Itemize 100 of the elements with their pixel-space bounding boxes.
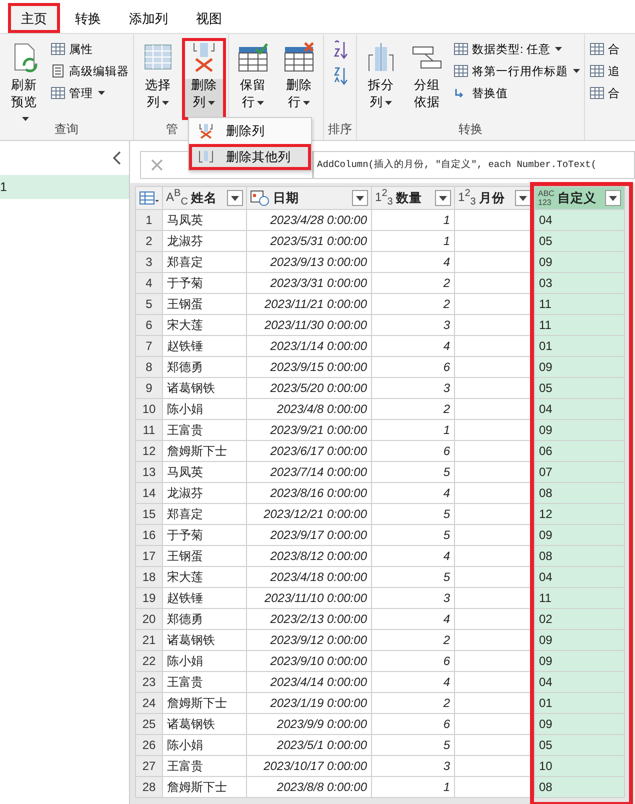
- table-cell: 08: [535, 777, 625, 798]
- table-cell: 2023/4/14 0:00:00: [247, 672, 372, 693]
- table-cell: 2023/8/8 0:00:00: [247, 777, 372, 798]
- column-name: 自定义: [557, 190, 598, 206]
- column-header[interactable]: A$^{B}$$_{C}$ 姓名: [163, 186, 247, 210]
- ribbon-tab[interactable]: 添加列: [116, 3, 181, 33]
- row-number: 4: [135, 273, 163, 294]
- grid-icon: [589, 85, 605, 101]
- row-number: 22: [135, 651, 163, 672]
- calendar-clock-icon: [250, 190, 270, 206]
- row-number: 9: [135, 378, 163, 399]
- table-cell: 2023/11/30 0:00:00: [247, 315, 372, 336]
- ribbon-button[interactable]: 删除列: [182, 38, 226, 120]
- menu-item[interactable]: 删除其他列: [189, 144, 311, 170]
- filter-dropdown[interactable]: [352, 190, 368, 206]
- ribbon-button[interactable]: 刷新预览: [2, 38, 46, 120]
- ribbon-button[interactable]: 选择列: [136, 38, 180, 120]
- table-cell: 赵铁锤: [163, 336, 247, 357]
- ribbon-button[interactable]: 合: [587, 38, 622, 60]
- column-header[interactable]: 日期: [247, 186, 372, 210]
- ribbon-button[interactable]: 将第一行用作标题: [451, 60, 582, 82]
- table-cell: 6: [372, 357, 455, 378]
- table-cell: 2: [372, 294, 455, 315]
- caret-icon: [609, 196, 617, 200]
- table-menu-button[interactable]: [135, 186, 163, 210]
- table-cell: 1: [372, 231, 455, 252]
- column-header[interactable]: 1$^{2}$$_{3}$ 数量: [372, 186, 455, 210]
- row-number: 24: [135, 693, 163, 714]
- table-cell: 5: [372, 462, 455, 483]
- table-cell: 龙淑芬: [163, 231, 247, 252]
- group-label: 转换: [458, 121, 482, 138]
- column-header[interactable]: 1$^{2}$$_{3}$ 月份: [455, 186, 535, 210]
- table-cell: 04: [535, 672, 625, 693]
- table-cell: 赵铁锤: [163, 588, 247, 609]
- filter-dropdown[interactable]: [515, 190, 531, 206]
- formula-field[interactable]: AddColumn(插入的月份, "自定义", each Number.ToText(: [313, 151, 635, 179]
- ribbon-tab[interactable]: 转换: [62, 3, 114, 33]
- table-cell: 2023/9/15 0:00:00: [247, 357, 372, 378]
- filter-dropdown[interactable]: [605, 190, 621, 206]
- ribbon-button[interactable]: 替换值: [451, 82, 510, 104]
- table-cell: 2023/1/14 0:00:00: [247, 336, 372, 357]
- caret-icon: [439, 196, 447, 200]
- table-cell: 09: [535, 525, 625, 546]
- table-cell: 郑喜定: [163, 252, 247, 273]
- table-cell: 2023/11/21 0:00:00: [247, 294, 372, 315]
- menu-item[interactable]: 删除列: [189, 118, 311, 144]
- ribbon-button[interactable]: 高级编辑器: [48, 60, 131, 82]
- row-number: 3: [135, 252, 163, 273]
- ribbon-button[interactable]: 合: [587, 82, 622, 104]
- table-cell: 郑德勇: [163, 357, 247, 378]
- group-label: 查询: [54, 121, 78, 138]
- table-cell: 2023/8/12 0:00:00: [247, 546, 372, 567]
- table-cell: 诸葛钢铁: [163, 630, 247, 651]
- table-cell: 03: [535, 273, 625, 294]
- group-label: 排序: [328, 121, 352, 138]
- row-number: 12: [135, 441, 163, 462]
- ribbon-tab[interactable]: 主页: [8, 3, 60, 33]
- ribbon-button[interactable]: 属性: [48, 38, 95, 60]
- table-cell: 04: [535, 210, 625, 231]
- table-cell: 陈小娟: [163, 735, 247, 756]
- table-cell: 5: [372, 567, 455, 588]
- table-cell: 2023/9/13 0:00:00: [247, 252, 372, 273]
- table-cell: 02: [535, 609, 625, 630]
- ribbon-tab[interactable]: 视图: [183, 3, 235, 33]
- table-cell: 04: [535, 567, 625, 588]
- table-cell: 陈小娟: [163, 651, 247, 672]
- table-cell: 6: [372, 651, 455, 672]
- ribbon-button[interactable]: 数据类型: 任意: [451, 38, 564, 60]
- table-cell: 05: [535, 231, 625, 252]
- table-cell: 5: [372, 504, 455, 525]
- filter-dropdown[interactable]: [435, 190, 451, 206]
- table-cell: 09: [535, 630, 625, 651]
- table-cell: 4: [372, 483, 455, 504]
- table-cell: 2: [372, 273, 455, 294]
- table-cell: 3: [372, 315, 455, 336]
- table-cell: 09: [535, 252, 625, 273]
- table-cell: 陈小娟: [163, 399, 247, 420]
- table-cell: 4: [372, 546, 455, 567]
- ribbon-button[interactable]: 管理: [48, 82, 107, 104]
- table-cell: 郑德勇: [163, 609, 247, 630]
- table-cell: 2: [372, 693, 455, 714]
- grid-icon: [50, 85, 66, 101]
- table-cell: 1: [372, 777, 455, 798]
- ribbon-button[interactable]: 追: [587, 60, 622, 82]
- table-cell: 6: [372, 714, 455, 735]
- table-cell: 2023/9/10 0:00:00: [247, 651, 372, 672]
- table-cell: 10: [535, 756, 625, 777]
- row-number: 10: [135, 399, 163, 420]
- ribbon-button[interactable]: 拆分列: [359, 38, 403, 120]
- table-cell: 2023/12/21 0:00:00: [247, 504, 372, 525]
- table-cell: 09: [535, 357, 625, 378]
- filter-dropdown[interactable]: [227, 190, 243, 206]
- sort-ascending-icon[interactable]: [332, 40, 348, 60]
- ribbon-button[interactable]: 分组依据: [405, 38, 449, 120]
- keep-rows-icon: [237, 41, 269, 73]
- column-name: 姓名: [190, 190, 218, 206]
- collapse-icon[interactable]: [113, 151, 121, 165]
- table-cell: 2023/5/1 0:00:00: [247, 735, 372, 756]
- sort-descending-icon[interactable]: [332, 66, 348, 86]
- query-item[interactable]: 1: [0, 175, 129, 199]
